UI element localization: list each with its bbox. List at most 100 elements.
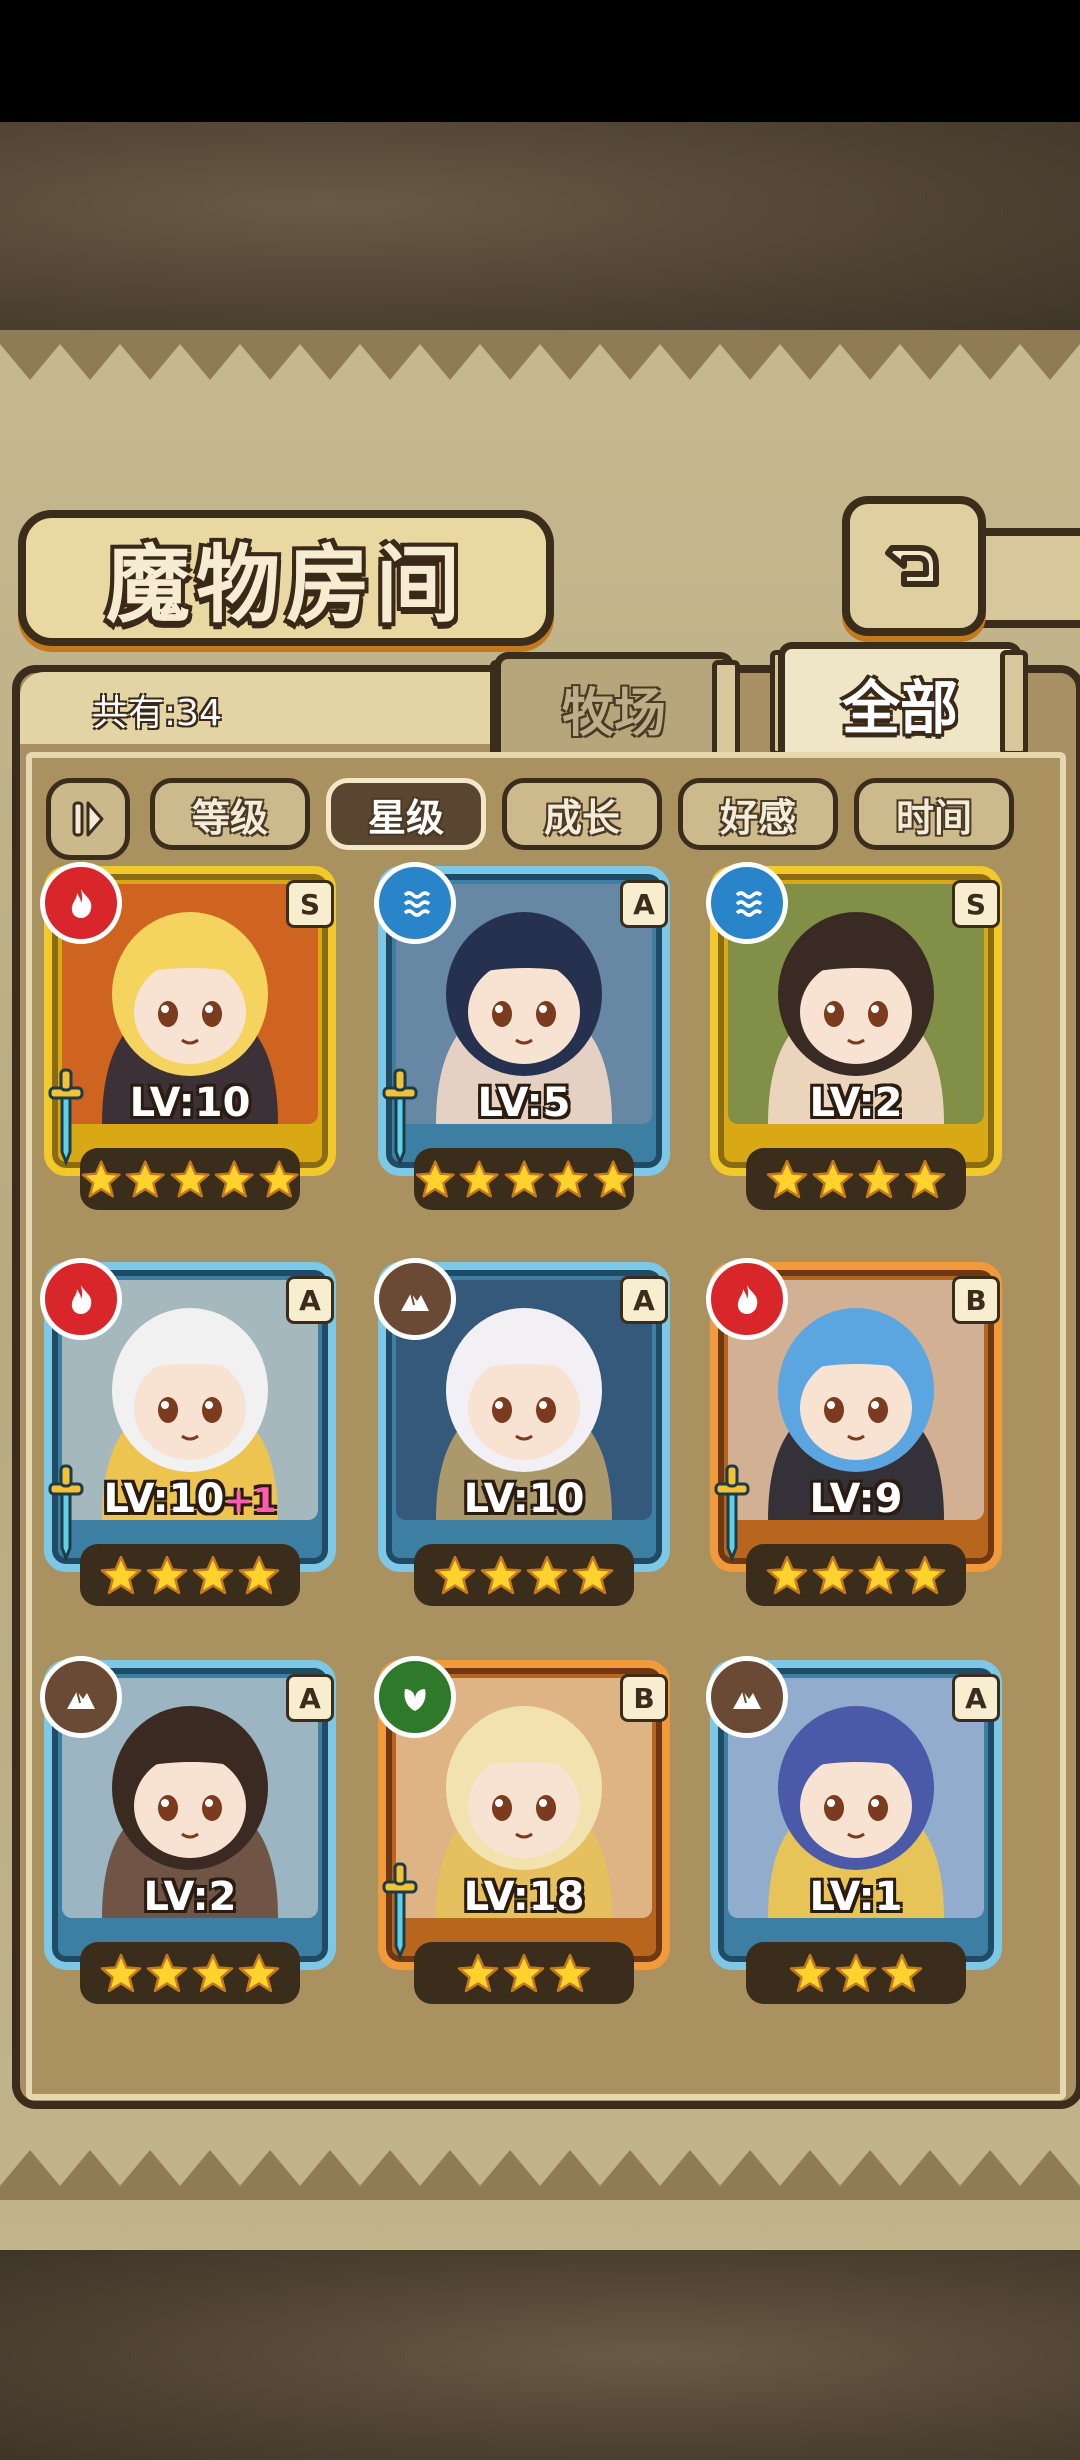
star-rating <box>414 1942 634 2004</box>
star-icon <box>812 1555 854 1595</box>
rank-badge: A <box>620 1276 668 1324</box>
earth-element-icon <box>374 1258 456 1340</box>
level-value: LV:10 <box>129 1080 251 1126</box>
star-icon <box>214 1160 254 1198</box>
monster-card[interactable]: B LV:9 <box>706 1258 1018 1622</box>
monster-card[interactable]: A LV:5 <box>374 862 686 1226</box>
level-label: LV:1 <box>710 1874 1002 1920</box>
level-label: LV:2 <box>710 1080 1002 1126</box>
sort-by-time-button[interactable]: 时间 <box>854 778 1014 850</box>
monster-card[interactable]: S LV:10 <box>40 862 352 1226</box>
star-icon <box>526 1555 568 1595</box>
tab-all[interactable]: 全部 <box>778 642 1022 757</box>
star-rating <box>80 1942 300 2004</box>
sort-by-level-button[interactable]: 等级 <box>150 778 310 850</box>
star-icon <box>504 1160 544 1198</box>
star-icon <box>812 1159 854 1199</box>
water-element-icon <box>374 862 456 944</box>
star-rating <box>80 1544 300 1606</box>
star-rating <box>746 1148 966 1210</box>
rank-badge: B <box>620 1674 668 1722</box>
level-bonus: +1 <box>224 1481 277 1521</box>
fire-element-icon <box>40 862 122 944</box>
star-icon <box>858 1159 900 1199</box>
fire-element-icon <box>40 1258 122 1340</box>
star-icon <box>766 1555 808 1595</box>
rank-badge: A <box>286 1276 334 1324</box>
star-icon <box>192 1555 234 1595</box>
star-icon <box>904 1555 946 1595</box>
star-icon <box>457 1953 499 1993</box>
star-icon <box>572 1555 614 1595</box>
title-banner: 魔物房间 <box>18 510 554 646</box>
star-icon <box>904 1159 946 1199</box>
rank-badge: A <box>620 880 668 928</box>
weapon-equipped-icon <box>382 1862 418 1960</box>
rank-badge: A <box>952 1674 1000 1722</box>
back-button-rail <box>970 528 1080 628</box>
star-icon <box>480 1555 522 1595</box>
tab-post <box>712 660 740 766</box>
star-icon <box>460 1160 500 1198</box>
weapon-equipped-icon <box>48 1464 84 1562</box>
nature-element-icon <box>374 1656 456 1738</box>
monster-card[interactable]: B LV:18 <box>374 1656 686 2020</box>
star-icon <box>170 1160 210 1198</box>
monster-card[interactable]: A LV:10 <box>374 1258 686 1622</box>
earth-element-icon <box>40 1656 122 1738</box>
level-value: LV:10 <box>463 1476 585 1522</box>
star-rating <box>414 1148 634 1210</box>
star-icon <box>100 1953 142 1993</box>
zigzag-border-top <box>0 330 1080 380</box>
level-value: LV:2 <box>143 1874 237 1920</box>
water-element-icon <box>706 862 788 944</box>
rank-badge: A <box>286 1674 334 1722</box>
sort-order-toggle[interactable] <box>46 778 130 860</box>
rank-badge: S <box>286 880 334 928</box>
star-icon <box>835 1953 877 1993</box>
page-title: 魔物房间 <box>105 534 466 634</box>
level-value: LV:10 <box>103 1476 225 1522</box>
monster-card[interactable]: A LV:1 <box>706 1656 1018 2020</box>
tab-pasture[interactable]: 牧场 <box>494 652 734 757</box>
star-icon <box>789 1953 831 1993</box>
star-rating <box>414 1544 634 1606</box>
sort-by-star-button[interactable]: 星级 <box>326 778 486 850</box>
star-icon <box>503 1953 545 1993</box>
star-icon <box>238 1555 280 1595</box>
star-rating <box>746 1544 966 1606</box>
weapon-equipped-icon <box>48 1068 84 1166</box>
star-icon <box>548 1160 588 1198</box>
star-icon <box>146 1555 188 1595</box>
weapon-equipped-icon <box>714 1464 750 1562</box>
monster-card[interactable]: A LV:2 <box>40 1656 352 2020</box>
level-value: LV:2 <box>809 1080 903 1126</box>
star-icon <box>192 1953 234 1993</box>
sort-by-affection-button[interactable]: 好感 <box>678 778 838 850</box>
level-label: LV:10 <box>378 1476 670 1522</box>
level-value: LV:18 <box>463 1874 585 1920</box>
back-button[interactable] <box>842 496 986 636</box>
fire-element-icon <box>706 1258 788 1340</box>
star-rating <box>80 1148 300 1210</box>
map-background-bottom <box>0 2250 1080 2460</box>
tab-post <box>1000 650 1028 756</box>
monster-count: 共有:34 <box>92 693 222 734</box>
zigzag-border-bottom <box>0 2150 1080 2200</box>
monster-card[interactable]: S LV:2 <box>706 862 1018 1226</box>
star-icon <box>549 1953 591 1993</box>
sort-by-growth-button[interactable]: 成长 <box>502 778 662 850</box>
monster-card[interactable]: A LV:10+1 <box>40 1258 352 1622</box>
star-icon <box>126 1160 166 1198</box>
earth-element-icon <box>706 1656 788 1738</box>
level-value: LV:5 <box>477 1080 571 1126</box>
level-label: LV:2 <box>44 1874 336 1920</box>
star-icon <box>858 1555 900 1595</box>
star-icon <box>434 1555 476 1595</box>
rank-badge: S <box>952 880 1000 928</box>
star-icon <box>766 1159 808 1199</box>
star-icon <box>146 1953 188 1993</box>
map-background-top <box>0 122 1080 332</box>
star-icon <box>259 1160 299 1198</box>
level-value: LV:1 <box>809 1874 903 1920</box>
